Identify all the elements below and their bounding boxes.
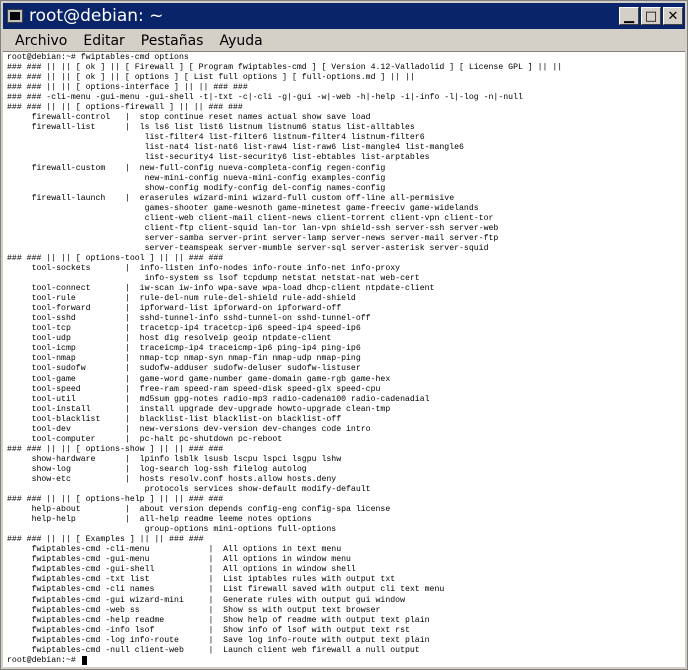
terminal-line: show-etc | hosts resolv.conf hosts.allow… — [7, 474, 337, 484]
terminal-line: tool-sshd | sshd-tunnel-info sshd-tunnel… — [7, 314, 371, 324]
terminal-line: ### ### || || [ options-interface ] || |… — [7, 83, 248, 93]
minimize-button[interactable]: ▁ — [619, 7, 639, 25]
terminal-line: tool-util | md5sum gpg-notes radio-mp3 r… — [7, 394, 430, 404]
terminal-line: tool-udp | host dig resolveip geoip ntpd… — [7, 334, 332, 344]
terminal-line: ### ### || || [ options-show ] || || ###… — [7, 444, 224, 454]
terminal-line: show-hardware | lpinfo lsblk lsusb lscpu… — [7, 454, 342, 464]
terminal-line: new-mini-config nueva-mini-config exampl… — [7, 173, 386, 183]
menu-ayuda[interactable]: Ayuda — [211, 33, 270, 49]
terminal-line: ### ### -cli-menu -gui-menu -gui-shell -… — [7, 93, 523, 103]
terminal-line: fwiptables-cmd -web ss | Show ss with ou… — [7, 605, 381, 615]
terminal-line: fwiptables-cmd -info lsof | Show info of… — [7, 625, 410, 635]
terminal-line: ### ### || || [ Examples ] || || ### ### — [7, 535, 204, 545]
prompt-line[interactable]: root@debian:~# — [7, 656, 685, 666]
terminal-line: show-config modify-config del-config nam… — [7, 183, 386, 193]
terminal-line: fwiptables-cmd -log info-route | Save lo… — [7, 635, 430, 645]
terminal-line: server-samba server-print server-lamp se… — [7, 233, 499, 243]
terminal-line: tool-game | game-word game-number game-d… — [7, 374, 391, 384]
terminal-line: fwiptables-cmd -gui-shell | All options … — [7, 565, 356, 575]
terminal-line: fwiptables-cmd -help readme | Show help … — [7, 615, 430, 625]
terminal-line: group-options mini-options full-options — [7, 525, 337, 535]
terminal-line: tool-speed | free-ram speed-ram speed-di… — [7, 384, 381, 394]
window-title: root@debian: ~ — [29, 6, 164, 26]
maximize-button[interactable]: □ — [641, 7, 661, 25]
terminal-line: tool-install | install upgrade dev-upgra… — [7, 404, 391, 414]
terminal-line: list-filter4 list-filter6 listnum-filter… — [7, 133, 425, 143]
terminal-line: tool-nmap | nmap-tcp nmap-syn nmap-fin n… — [7, 354, 361, 364]
terminal-line: games-shooter game-wesnoth game-minetest… — [7, 203, 479, 213]
terminal-line: tool-dev | new-versions dev-version dev-… — [7, 424, 371, 434]
terminal-output[interactable]: root@debian:~# fwiptables-cmd options ###… — [3, 51, 685, 667]
terminal-line: tool-rule | rule-del-num rule-del-shield… — [7, 294, 356, 304]
terminal-line: show-log | log-search log-ssh filelog au… — [7, 464, 307, 474]
terminal-line: tool-sockets | info-listen info-nodes in… — [7, 263, 401, 273]
terminal-line: ### ### || || [ options-firewall ] || ||… — [7, 103, 243, 113]
terminal-icon — [7, 9, 23, 23]
terminal-line: tool-connect | iw-scan iw-info wpa-save … — [7, 284, 435, 294]
terminal-line: fwiptables-cmd -gui-menu | All options i… — [7, 555, 351, 565]
terminal-line: client-ftp client-squid lan-tor lan-vpn … — [7, 223, 499, 233]
terminal-line: fwiptables-cmd -cli names | List firewal… — [7, 585, 445, 595]
terminal-line: client-web client-mail client-news clien… — [7, 213, 494, 223]
terminal-line: info-system ss lsof tcpdump netstat nets… — [7, 274, 420, 284]
terminal-line: fwiptables-cmd -gui wizard-mini | Genera… — [7, 595, 405, 605]
terminal-line: list-security4 list-security6 list-ebtab… — [7, 153, 430, 163]
terminal-line: help-help | all-help readme leeme notes … — [7, 515, 312, 525]
terminal-line: firewall-control | stop continue reset n… — [7, 113, 371, 123]
terminal-line: server-teamspeak server-mumble server-sq… — [7, 243, 489, 253]
terminal-line: tool-blacklist | blacklist-list blacklis… — [7, 414, 342, 424]
terminal-window: root@debian: ~ ▁ □ ✕ Archivo Editar Pest… — [0, 0, 688, 670]
terminal-line: ### ### || || [ options-help ] || || ###… — [7, 495, 224, 505]
terminal-line: tool-forward | ipforward-list ipforward-… — [7, 304, 342, 314]
terminal-line: tool-tcp | tracetcp-ip4 tracetcp-ip6 spe… — [7, 324, 361, 334]
terminal-line: fwiptables-cmd -cli-menu | All options i… — [7, 545, 342, 555]
terminal-line: firewall-launch | eraserules wizard-mini… — [7, 193, 455, 203]
terminal-line: fwiptables-cmd -txt list | List iptables… — [7, 575, 396, 585]
close-button[interactable]: ✕ — [663, 7, 683, 25]
terminal-line: tool-icmp | traceicmp-ip4 traceicmp-ip6 … — [7, 344, 361, 354]
text-cursor — [81, 656, 87, 666]
terminal-line: protocols services show-default modify-d… — [7, 485, 371, 495]
terminal-line: firewall-list | ls ls6 list list6 listnu… — [7, 123, 415, 133]
terminal-line: root@debian:~# fwiptables-cmd options — [7, 53, 189, 62]
menu-editar[interactable]: Editar — [75, 33, 132, 49]
menu-archivo[interactable]: Archivo — [7, 33, 75, 49]
terminal-line: tool-computer | pc-halt pc-shutdown pc-r… — [7, 434, 283, 444]
title-bar[interactable]: root@debian: ~ ▁ □ ✕ — [3, 3, 685, 29]
terminal-line: ### ### || || [ ok ] || [ Firewall ] [ P… — [7, 63, 563, 73]
terminal-line: ### ### || || [ ok ] || [ options ] [ Li… — [7, 73, 415, 83]
terminal-line: fwiptables-cmd -null client-web | Launch… — [7, 645, 420, 655]
terminal-line: ### ### || || [ options-tool ] || || ###… — [7, 253, 224, 263]
terminal-line: help-about | about version depends confi… — [7, 505, 391, 515]
terminal-line: firewall-custom | new-full-config nueva-… — [7, 163, 386, 173]
terminal-line: list-nat4 list-nat6 list-raw4 list-raw6 … — [7, 143, 464, 153]
shell-prompt: root@debian:~# — [7, 655, 81, 665]
terminal-line: tool-sudofw | sudofw-adduser sudofw-delu… — [7, 364, 361, 374]
menu-pestanas[interactable]: Pestañas — [133, 33, 212, 49]
menu-bar: Archivo Editar Pestañas Ayuda — [3, 30, 685, 52]
